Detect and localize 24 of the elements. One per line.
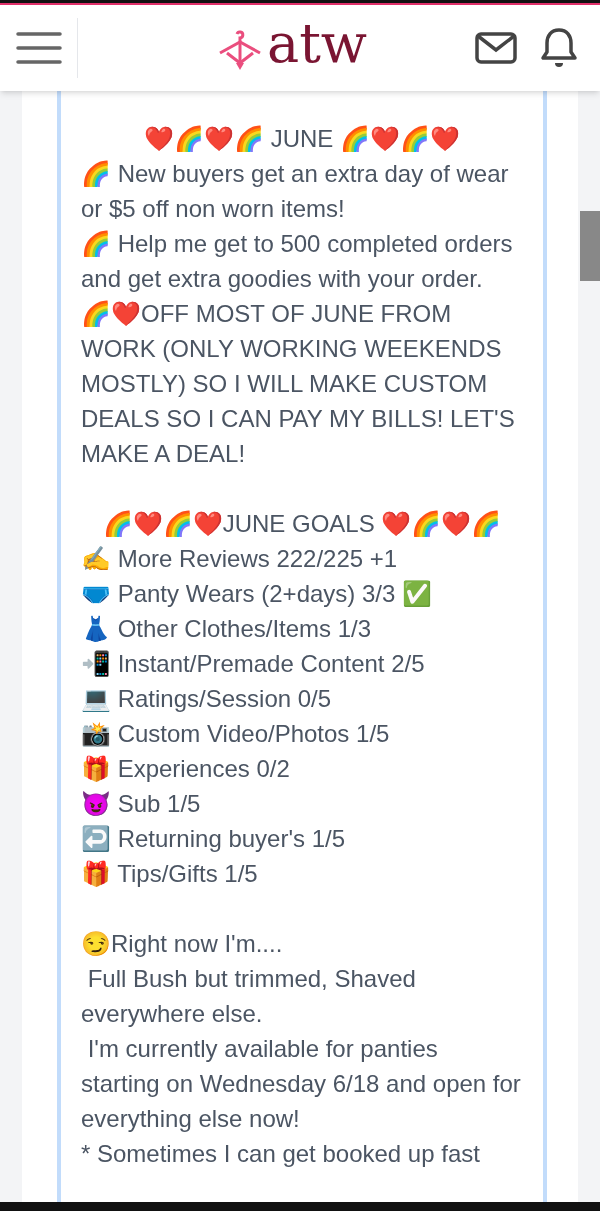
post-text: 🎁 Experiences 0/2 [81, 754, 291, 784]
post-text: 👗 Other Clothes/Items 1/3 [81, 614, 373, 644]
post-text: ↩ Returning buyer's 1/5 [81, 824, 347, 854]
post-text: 📸 Custom Video/Photos 1/5 [81, 719, 391, 749]
post-text: 💻 Ratings/Session 0/5 [81, 684, 333, 714]
mail-icon [475, 32, 517, 64]
post-text: ✍ More Reviews 222/225 +1 [81, 544, 399, 574]
post-text: 🌈 New buyers get an extra day of wear or $5 off non worn items! [81, 159, 510, 224]
post-text: 🌈 Help me get to 500 completed orders and get extra goodies with your order. [81, 229, 514, 294]
logo[interactable]: atw [266, 17, 368, 71]
post-text: 🌈❤🌈❤JUNE GOALS ❤🌈❤🌈 [101, 509, 503, 539]
post-text: 🎁 Tips/Gifts 1/5 [81, 859, 259, 889]
post-text: 🌈❤OFF MOST OF JUNE FROM WORK (ONLY WORKING WEEKENDS MOSTLY) SO I WILL MAKE CUSTOM DEALS SO I CAN PAY MY BILLS! LET'S MAKE A DEAL! [81, 299, 516, 469]
post-text: 🩲 Panty Wears (2+days) 3/3 ✅ [81, 579, 434, 609]
post-text: 😈 Sub 1/5 [81, 789, 202, 819]
post-text: 📲 Instant/Premade Content 2/5 [81, 649, 426, 679]
post-text: Full Bush but trimmed, Shaved everywhere else. [81, 964, 417, 1029]
scrollbar[interactable] [580, 211, 600, 281]
bell-icon [540, 27, 578, 69]
post-text: I'm currently available for panties starting on Wednesday 6/18 and open for everything else now! [81, 1034, 522, 1134]
post-text: ❤🌈❤🌈 JUNE 🌈❤🌈❤ [143, 124, 461, 154]
menu-icon [15, 31, 62, 65]
post-text: * Sometimes I can get booked up fast [81, 1139, 481, 1169]
post-text: 😏Right now I'm.... [81, 929, 284, 959]
